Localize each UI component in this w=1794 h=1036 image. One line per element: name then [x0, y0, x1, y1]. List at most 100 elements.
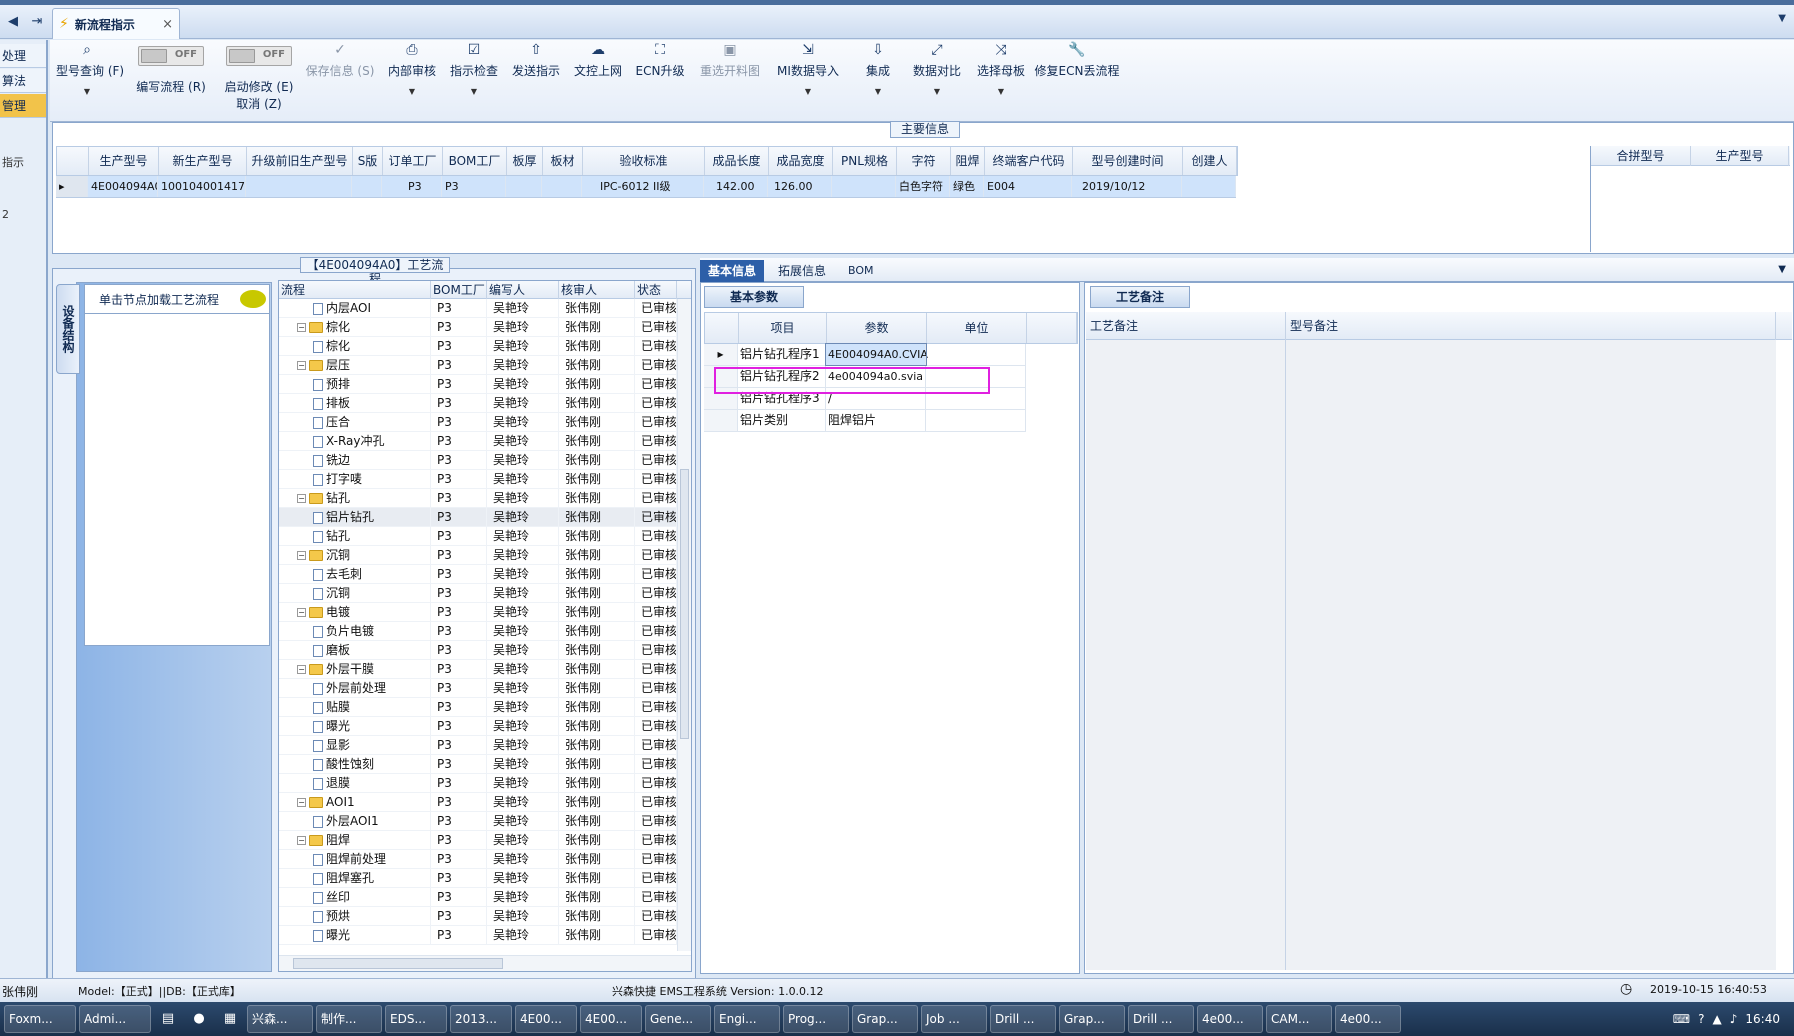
tree-node[interactable]: 丝印: [279, 888, 431, 907]
writer-cell[interactable]: 吴艳玲: [487, 527, 559, 546]
taskbar-item[interactable]: Grap...: [852, 1005, 918, 1033]
writer-cell[interactable]: 吴艳玲: [487, 717, 559, 736]
row-selector-header[interactable]: [705, 313, 739, 343]
tree-row[interactable]: − AOI1 P3 吴艳玲 张伟刚 已审核: [279, 793, 677, 812]
bom-factory-cell[interactable]: P3: [431, 584, 487, 603]
status-cell[interactable]: 已审核: [635, 527, 677, 546]
tree-row[interactable]: − 棕化 P3 吴艳玲 张伟刚 已审核: [279, 318, 677, 337]
tree-node[interactable]: 打字唛: [279, 470, 431, 489]
bom-factory-cell[interactable]: P3: [431, 869, 487, 888]
writer-cell[interactable]: 吴艳玲: [487, 584, 559, 603]
collapse-icon[interactable]: −: [297, 323, 306, 332]
taskbar-item[interactable]: Job ...: [921, 1005, 987, 1033]
status-cell[interactable]: 已审核: [635, 717, 677, 736]
table-cell[interactable]: 10010400141794: [158, 176, 246, 197]
column-header[interactable]: 生产型号: [89, 147, 159, 175]
taskbar-item[interactable]: Foxm...: [4, 1005, 76, 1033]
table-cell[interactable]: [542, 176, 582, 197]
writer-cell[interactable]: 吴艳玲: [487, 660, 559, 679]
status-cell[interactable]: 已审核: [635, 413, 677, 432]
nav-fragment[interactable]: 2: [2, 208, 9, 221]
taskbar-item[interactable]: CAM...: [1266, 1005, 1332, 1033]
doc-upload-button[interactable]: ☁ 文控上网: [570, 40, 626, 122]
column-header[interactable]: 型号创建时间: [1073, 147, 1183, 175]
bom-factory-cell[interactable]: P3: [431, 318, 487, 337]
tree-row[interactable]: 丝印 P3 吴艳玲 张伟刚 已审核: [279, 888, 677, 907]
taskbar-item[interactable]: 4E00...: [515, 1005, 577, 1033]
collapse-icon[interactable]: −: [297, 798, 306, 807]
status-cell[interactable]: 已审核: [635, 299, 677, 318]
column-header[interactable]: 新生产型号: [159, 147, 247, 175]
tab-basic-info[interactable]: 基本信息: [700, 260, 765, 282]
status-cell[interactable]: 已审核: [635, 774, 677, 793]
tree-node[interactable]: 压合: [279, 413, 431, 432]
bom-factory-cell[interactable]: P3: [431, 470, 487, 489]
vertical-scrollbar[interactable]: [677, 299, 691, 951]
status-cell[interactable]: 已审核: [635, 660, 677, 679]
column-header[interactable]: 生产型号: [1691, 146, 1789, 166]
status-cell[interactable]: 已审核: [635, 736, 677, 755]
writer-cell[interactable]: 吴艳玲: [487, 755, 559, 774]
writer-cell[interactable]: 吴艳玲: [487, 489, 559, 508]
taskbar-item[interactable]: Prog...: [783, 1005, 849, 1033]
writer-cell[interactable]: 吴艳玲: [487, 470, 559, 489]
column-header[interactable]: 创建人: [1183, 147, 1237, 175]
taskbar-item[interactable]: 4e00...: [1335, 1005, 1401, 1033]
tree-row[interactable]: 去毛刺 P3 吴艳玲 张伟刚 已审核: [279, 565, 677, 584]
reviewer-cell[interactable]: 张伟刚: [559, 622, 635, 641]
taskbar-item[interactable]: 4e00...: [1197, 1005, 1263, 1033]
bom-factory-cell[interactable]: P3: [431, 489, 487, 508]
tree-row[interactable]: 曝光 P3 吴艳玲 张伟刚 已审核: [279, 717, 677, 736]
tree-node[interactable]: 阻焊塞孔: [279, 869, 431, 888]
column-header[interactable]: 型号备注: [1286, 312, 1776, 340]
taskbar-item[interactable]: 制作...: [316, 1005, 382, 1033]
writer-cell[interactable]: 吴艳玲: [487, 736, 559, 755]
tree-node[interactable]: − 外层干膜: [279, 660, 431, 679]
tree-row[interactable]: 沉铜 P3 吴艳玲 张伟刚 已审核: [279, 584, 677, 603]
tree-row[interactable]: 负片电镀 P3 吴艳玲 张伟刚 已审核: [279, 622, 677, 641]
column-header[interactable]: 升级前旧生产型号: [247, 147, 353, 175]
writer-cell[interactable]: 吴艳玲: [487, 850, 559, 869]
tree-node[interactable]: − 沉铜: [279, 546, 431, 565]
bom-factory-cell[interactable]: P3: [431, 356, 487, 375]
tree-row[interactable]: 打字唛 P3 吴艳玲 张伟刚 已审核: [279, 470, 677, 489]
taskbar-item[interactable]: Drill ...: [1128, 1005, 1194, 1033]
status-cell[interactable]: 已审核: [635, 432, 677, 451]
tree-row[interactable]: 显影 P3 吴艳玲 张伟刚 已审核: [279, 736, 677, 755]
param-row[interactable]: 铝片类别 阻焊铝片: [704, 410, 1026, 432]
mi-import-button[interactable]: ⇲ MI数据导入 ▼: [772, 40, 844, 122]
column-header[interactable]: BOM工厂: [431, 281, 487, 299]
nav-fragment[interactable]: 指示: [2, 154, 24, 170]
tree-node[interactable]: 棕化: [279, 337, 431, 356]
writer-cell[interactable]: 吴艳玲: [487, 869, 559, 888]
bom-factory-cell[interactable]: P3: [431, 907, 487, 926]
ecn-upgrade-button[interactable]: ⛶ ECN升级: [632, 40, 688, 122]
app-icon[interactable]: ▦: [216, 1005, 244, 1033]
tree-row[interactable]: 预烘 P3 吴艳玲 张伟刚 已审核: [279, 907, 677, 926]
column-header[interactable]: BOM工厂: [443, 147, 507, 175]
tree-node[interactable]: − 层压: [279, 356, 431, 375]
status-cell[interactable]: 已审核: [635, 831, 677, 850]
writer-cell[interactable]: 吴艳玲: [487, 356, 559, 375]
collapse-icon[interactable]: −: [297, 551, 306, 560]
column-header[interactable]: 工艺备注: [1086, 312, 1286, 340]
bom-factory-cell[interactable]: P3: [431, 413, 487, 432]
writer-cell[interactable]: 吴艳玲: [487, 831, 559, 850]
tree-row[interactable]: 排板 P3 吴艳玲 张伟刚 已审核: [279, 394, 677, 413]
select-master-button[interactable]: ⤨ 选择母板 ▼: [968, 40, 1034, 122]
tab-bom[interactable]: BOM: [840, 260, 882, 282]
bom-factory-cell[interactable]: P3: [431, 793, 487, 812]
status-cell[interactable]: 已审核: [635, 869, 677, 888]
table-cell[interactable]: 126.00: [768, 176, 832, 197]
tab-new-flow-instruction[interactable]: ⚡ 新流程指示 ×: [52, 8, 180, 39]
nav-item-algorithm[interactable]: 算法: [0, 69, 46, 93]
fix-ecn-button[interactable]: 🔧 修复ECN丢流程: [1034, 40, 1120, 122]
tree-row[interactable]: 贴膜 P3 吴艳玲 张伟刚 已审核: [279, 698, 677, 717]
tree-node[interactable]: 排板: [279, 394, 431, 413]
auto-modify-button[interactable]: 启动修改 (E) 取消 (Z): [218, 40, 300, 122]
reviewer-cell[interactable]: 张伟刚: [559, 888, 635, 907]
status-cell[interactable]: 已审核: [635, 622, 677, 641]
column-header[interactable]: 编写人: [487, 281, 559, 299]
tray-clock[interactable]: 16:40: [1745, 1012, 1780, 1026]
status-cell[interactable]: 已审核: [635, 907, 677, 926]
